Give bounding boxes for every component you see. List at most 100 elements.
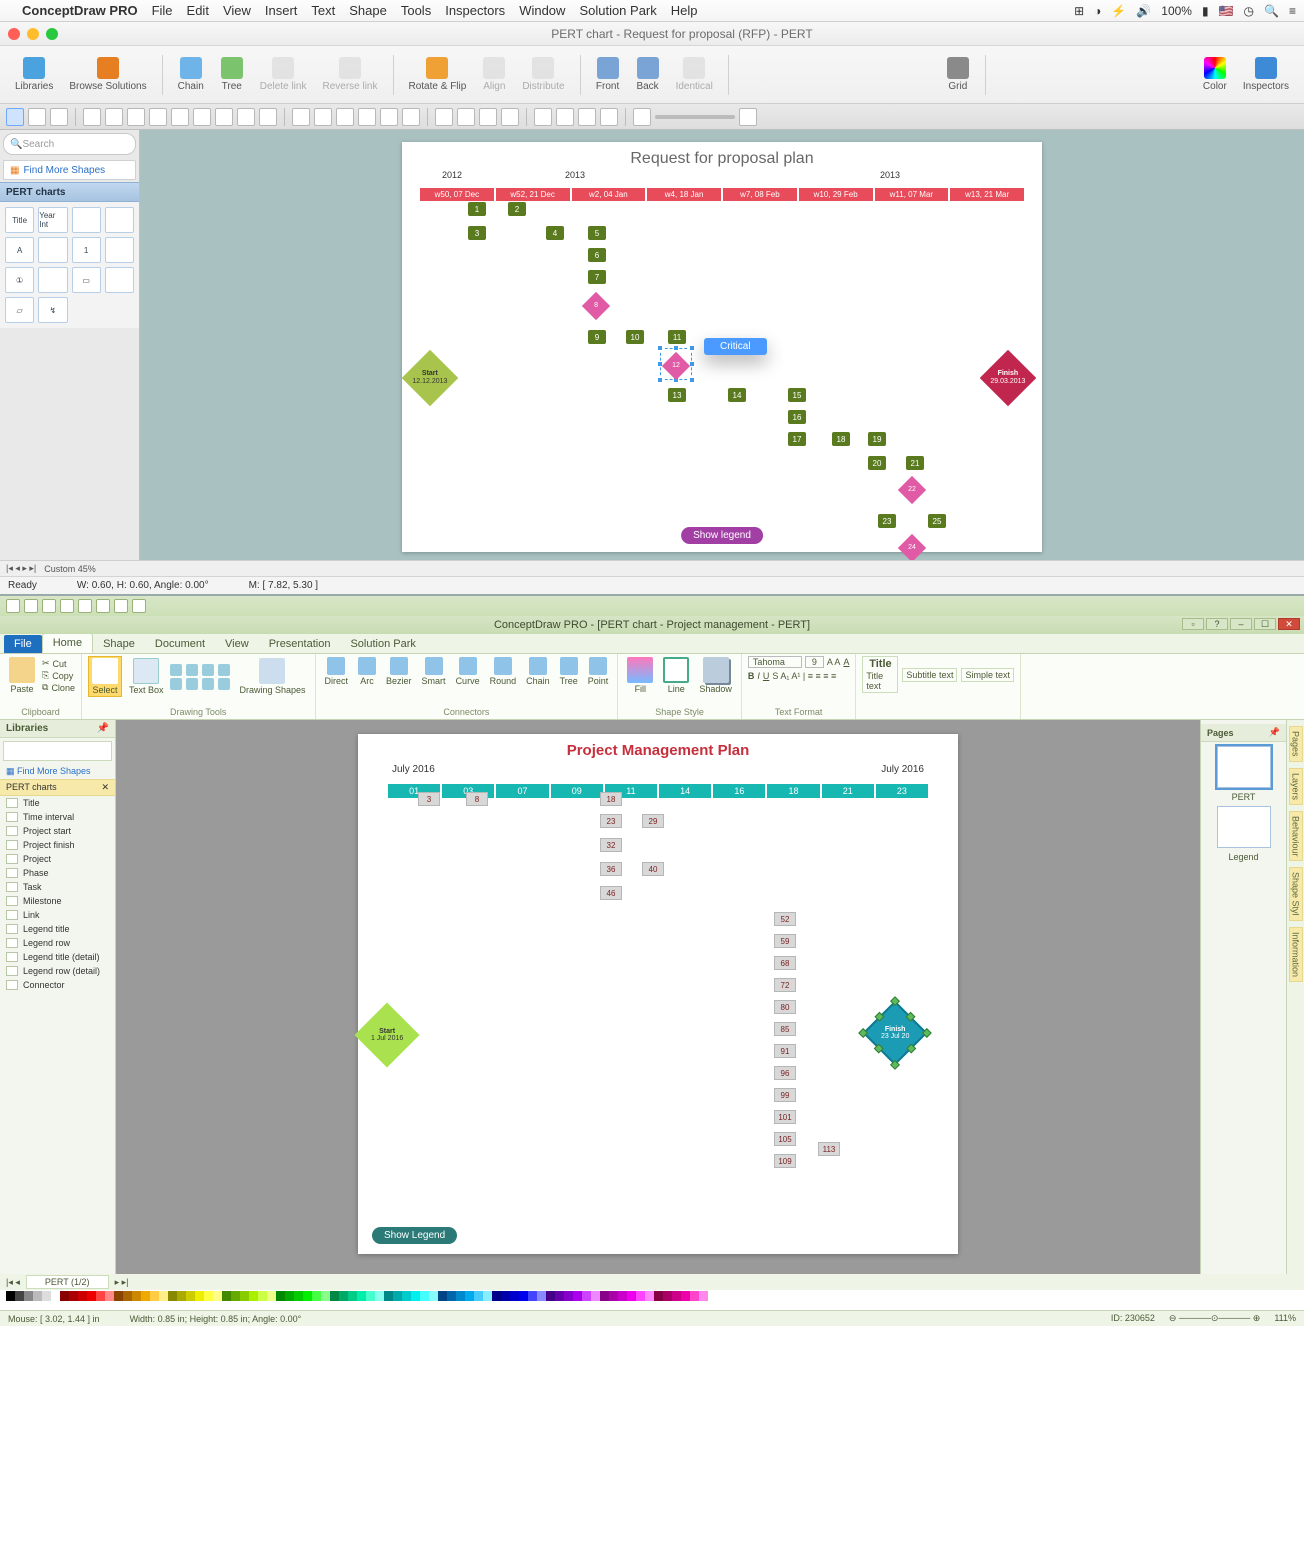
color-swatch[interactable] [573, 1291, 582, 1301]
library-item[interactable]: Legend row (detail) [0, 964, 115, 978]
tab-presentation[interactable]: Presentation [259, 635, 341, 653]
library-item[interactable]: Project start [0, 824, 115, 838]
task-node[interactable]: 7 [588, 270, 606, 284]
color-swatch[interactable] [492, 1291, 501, 1301]
color-swatch[interactable] [564, 1291, 573, 1301]
tool-icon[interactable] [237, 108, 255, 126]
color-swatch[interactable] [213, 1291, 222, 1301]
color-swatch[interactable] [699, 1291, 708, 1301]
pointer-tool[interactable] [6, 108, 24, 126]
task-node[interactable]: 23 [600, 814, 622, 828]
color-swatch[interactable] [672, 1291, 681, 1301]
connector-bezier[interactable]: Bezier [383, 656, 415, 687]
task-node[interactable]: 9 [588, 330, 606, 344]
connector-round[interactable]: Round [487, 656, 520, 687]
tool-icon[interactable] [193, 108, 211, 126]
color-swatch[interactable] [267, 1291, 276, 1301]
toolbar-distribute[interactable]: Distribute [517, 55, 569, 94]
task-node[interactable]: 2 [508, 202, 526, 216]
toolbar-inspectors[interactable]: Inspectors [1238, 55, 1294, 94]
shape-stencil[interactable] [105, 237, 134, 263]
task-node[interactable]: 101 [774, 1110, 796, 1124]
pin-icon[interactable]: 📌 [97, 723, 109, 734]
shape-stencil[interactable]: ▱ [5, 297, 34, 323]
user-tool[interactable] [578, 108, 596, 126]
task-node[interactable]: 17 [788, 432, 806, 446]
help-icon[interactable]: ? [1206, 618, 1228, 630]
connector-curve[interactable]: Curve [453, 656, 483, 687]
select-tool[interactable]: Select [88, 656, 122, 697]
connector-tree[interactable]: Tree [557, 656, 581, 687]
qat-icon[interactable] [42, 599, 56, 613]
color-swatch[interactable] [582, 1291, 591, 1301]
task-node[interactable]: 105 [774, 1132, 796, 1146]
task-node[interactable]: 113 [818, 1142, 840, 1156]
task-node[interactable]: 91 [774, 1044, 796, 1058]
color-swatch[interactable] [15, 1291, 24, 1301]
color-swatch[interactable] [69, 1291, 78, 1301]
tray-icon[interactable]: ◑ [1094, 4, 1101, 18]
color-swatch[interactable] [312, 1291, 321, 1301]
line-button[interactable]: Line [660, 656, 692, 695]
menu-edit[interactable]: Edit [187, 3, 209, 18]
color-swatch[interactable] [321, 1291, 330, 1301]
connector-direct[interactable]: Direct [322, 656, 352, 687]
menu-tools[interactable]: Tools [401, 3, 431, 18]
min-button[interactable]: – [1230, 618, 1252, 630]
color-swatch[interactable] [681, 1291, 690, 1301]
shape-stencil[interactable]: ① [5, 267, 34, 293]
color-swatch[interactable] [663, 1291, 672, 1301]
tab-nav[interactable]: |◂ ◂ [6, 1277, 20, 1288]
ribbon-min-icon[interactable]: ▫ [1182, 618, 1204, 630]
color-swatch[interactable] [33, 1291, 42, 1301]
task-node[interactable]: 36 [600, 862, 622, 876]
task-node[interactable]: 23 [878, 514, 896, 528]
flag-icon[interactable]: 🇺🇸 [1219, 4, 1234, 18]
zoom-tool[interactable] [534, 108, 552, 126]
minimize-button[interactable] [27, 28, 39, 40]
color-swatch[interactable] [402, 1291, 411, 1301]
hand-tool[interactable] [556, 108, 574, 126]
color-swatch[interactable] [132, 1291, 141, 1301]
copy-button[interactable]: ⎘ Copy [42, 670, 75, 681]
show-legend-button[interactable]: Show legend [681, 527, 763, 544]
max-button[interactable]: ☐ [1254, 618, 1276, 630]
color-swatch[interactable] [618, 1291, 627, 1301]
zoom-controls[interactable]: ⊖ ─────⊙───── ⊕ [1169, 1313, 1260, 1324]
subtitle-text-button[interactable]: Subtitle text [902, 668, 957, 682]
task-node[interactable]: 6 [588, 248, 606, 262]
color-swatch[interactable] [276, 1291, 285, 1301]
color-swatch[interactable] [177, 1291, 186, 1301]
menu-inspectors[interactable]: Inspectors [445, 3, 505, 18]
tab-nav[interactable]: ▸ ▸| [115, 1277, 129, 1288]
task-node[interactable]: 18 [832, 432, 850, 446]
color-swatch[interactable] [600, 1291, 609, 1301]
color-swatch[interactable] [294, 1291, 303, 1301]
toolbar-tree[interactable]: Tree [215, 55, 249, 94]
milestone-node[interactable]: 22 [898, 476, 926, 504]
zoom-out-icon[interactable] [633, 108, 651, 126]
qat-icon[interactable] [24, 599, 38, 613]
tab-file[interactable]: File [4, 635, 42, 653]
library-item[interactable]: Legend title [0, 922, 115, 936]
color-swatch[interactable] [384, 1291, 393, 1301]
side-tab[interactable]: Behaviour [1289, 811, 1303, 862]
tab-view[interactable]: View [215, 635, 259, 653]
color-swatch[interactable] [609, 1291, 618, 1301]
toolbar-reverse-link[interactable]: Reverse link [317, 55, 382, 94]
close-button[interactable]: ✕ [1278, 618, 1300, 630]
color-swatch[interactable] [258, 1291, 267, 1301]
task-node[interactable]: 46 [600, 886, 622, 900]
task-node[interactable]: 5 [588, 226, 606, 240]
toolbar-rotate-&-flip[interactable]: Rotate & Flip [404, 55, 472, 94]
page-tab[interactable]: PERT (1/2) [26, 1275, 109, 1289]
task-node[interactable]: 15 [788, 388, 806, 402]
task-node[interactable]: 59 [774, 934, 796, 948]
library-item[interactable]: Legend row [0, 936, 115, 950]
color-swatch[interactable] [546, 1291, 555, 1301]
menu-insert[interactable]: Insert [265, 3, 298, 18]
pin-icon[interactable]: 📌 [1269, 727, 1280, 738]
textbox-tool[interactable]: Text Box [126, 657, 167, 696]
font-select[interactable]: Tahoma [748, 656, 802, 668]
tab-solutionpark[interactable]: Solution Park [340, 635, 425, 653]
